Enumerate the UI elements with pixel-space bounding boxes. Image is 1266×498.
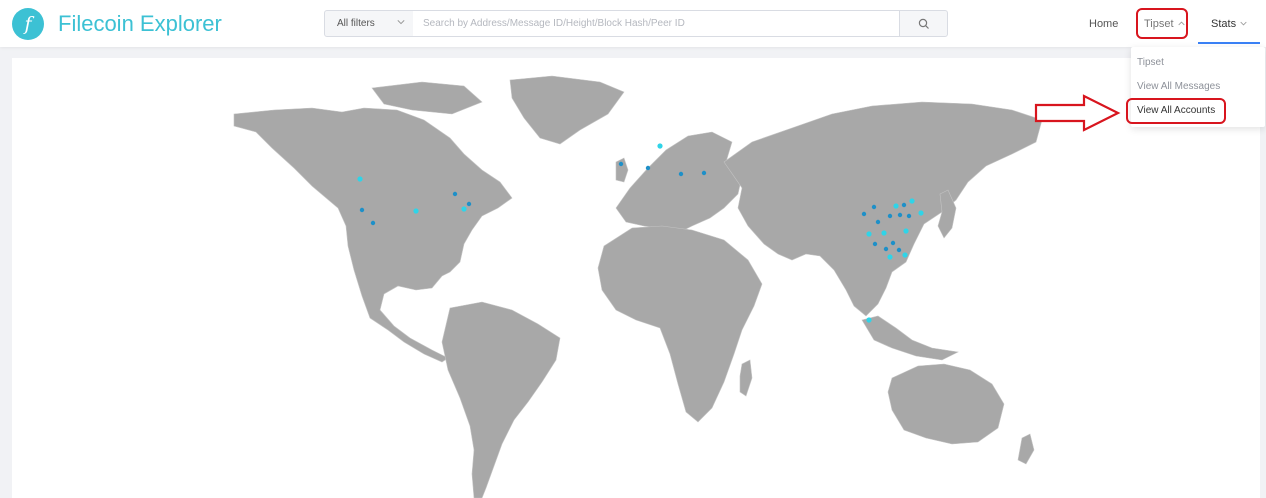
menu-item-view-all-accounts[interactable]: View All Accounts: [1137, 105, 1215, 116]
continent-europe: [615, 131, 743, 235]
node-marker[interactable]: [678, 171, 684, 177]
node-marker[interactable]: [883, 246, 889, 252]
node-marker[interactable]: [452, 191, 458, 197]
node-marker[interactable]: [890, 240, 896, 246]
tipset-dropdown-menu: Tipset View All Messages View All Accoun…: [1131, 47, 1265, 127]
node-marker[interactable]: [618, 161, 624, 167]
node-marker[interactable]: [866, 231, 872, 237]
node-marker[interactable]: [875, 219, 881, 225]
chevron-up-icon: [1177, 21, 1185, 26]
nav-home[interactable]: Home: [1089, 0, 1118, 47]
node-marker[interactable]: [370, 220, 376, 226]
island-madagascar: [739, 359, 753, 397]
nav-stats[interactable]: Stats: [1211, 0, 1247, 47]
continent-greenland: [509, 75, 625, 145]
continent-asia: [723, 101, 1043, 317]
chevron-down-icon: [1240, 21, 1247, 26]
arrow-right-icon: [1034, 94, 1121, 132]
node-marker[interactable]: [861, 211, 867, 217]
search-button[interactable]: [899, 10, 948, 37]
islands-southeast-asia: [861, 315, 959, 361]
node-marker[interactable]: [657, 143, 663, 149]
island-new-zealand: [1017, 433, 1035, 465]
node-marker[interactable]: [903, 228, 909, 234]
brand-title[interactable]: Filecoin Explorer: [58, 11, 222, 37]
node-marker[interactable]: [872, 241, 878, 247]
node-marker[interactable]: [871, 204, 877, 210]
node-marker[interactable]: [887, 254, 893, 260]
active-tab-indicator: [1198, 42, 1260, 44]
node-marker[interactable]: [906, 213, 912, 219]
filecoin-logo-icon[interactable]: f: [12, 8, 44, 40]
node-marker[interactable]: [413, 208, 419, 214]
node-marker[interactable]: [866, 317, 872, 323]
node-marker[interactable]: [897, 212, 903, 218]
nav-tipset[interactable]: Tipset: [1144, 0, 1185, 47]
continent-south-america: [441, 301, 561, 498]
menu-item-tipset[interactable]: Tipset: [1137, 57, 1164, 68]
node-marker[interactable]: [881, 230, 887, 236]
top-header: f Filecoin Explorer All filters Home Tip…: [0, 0, 1266, 47]
continent-africa: [597, 225, 763, 423]
node-marker[interactable]: [909, 198, 915, 204]
menu-item-view-all-messages[interactable]: View All Messages: [1137, 81, 1220, 92]
search-input[interactable]: [413, 10, 900, 37]
island-uk: [615, 157, 629, 183]
node-marker[interactable]: [887, 213, 893, 219]
node-marker[interactable]: [359, 207, 365, 213]
node-marker[interactable]: [357, 176, 363, 182]
node-marker[interactable]: [461, 206, 467, 212]
node-marker[interactable]: [896, 247, 902, 253]
node-marker[interactable]: [701, 170, 707, 176]
filter-select[interactable]: All filters: [324, 10, 414, 37]
node-marker[interactable]: [645, 165, 651, 171]
chevron-down-icon: [397, 20, 405, 25]
node-marker[interactable]: [901, 202, 907, 208]
search-icon: [918, 18, 929, 29]
filter-select-value: All filters: [337, 18, 375, 29]
node-marker[interactable]: [902, 252, 908, 258]
node-marker[interactable]: [466, 201, 472, 207]
continent-australia: [887, 363, 1005, 445]
node-marker[interactable]: [918, 210, 924, 216]
node-marker[interactable]: [893, 203, 899, 209]
